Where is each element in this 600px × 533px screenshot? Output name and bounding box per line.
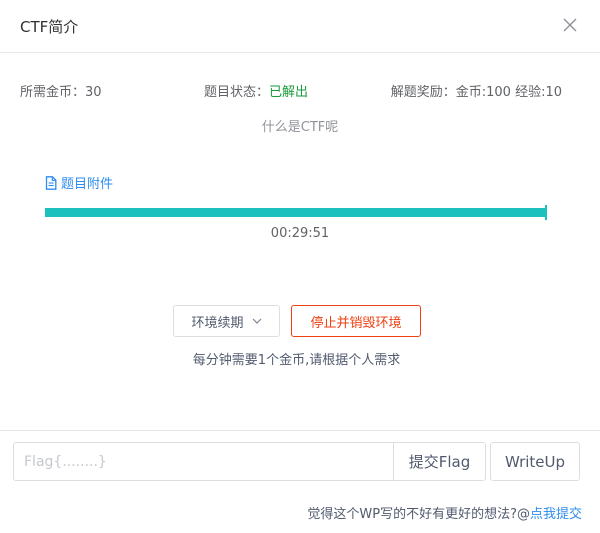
submit-writeup-link[interactable]: 点我提交 (530, 507, 582, 522)
challenge-status: 题目状态：已解出 (204, 81, 308, 100)
dialog-header: CTF简介 (0, 0, 600, 53)
dialog-title: CTF简介 (20, 18, 79, 36)
status-label: 题目状态： (204, 85, 270, 100)
attachment-link[interactable]: 题目附件 (45, 173, 113, 192)
flag-input[interactable] (13, 442, 394, 481)
writeup-suggestion-text: 觉得这个WP写的不好有更好的想法?@ (307, 507, 530, 522)
time-progress-end-marker (545, 205, 547, 220)
file-icon (45, 175, 57, 190)
time-remaining: 00:29:51 (270, 226, 330, 241)
time-progress-bar (45, 208, 547, 217)
challenge-description: 什么是CTF呢 (261, 120, 339, 135)
solve-reward: 解题奖励：金币:100 经验:10 (390, 85, 562, 100)
destroy-environment-button[interactable]: 停止并销毁环境 (291, 305, 421, 337)
status-value: 已解出 (269, 85, 309, 100)
coins-needed: 所需金币：30 (20, 85, 102, 100)
close-icon[interactable] (563, 18, 577, 32)
renew-environment-label: 环境续期 (191, 315, 244, 331)
time-progress-fill (45, 208, 547, 217)
writeup-button[interactable]: WriteUp (490, 442, 580, 481)
chevron-down-icon (252, 318, 262, 324)
writeup-suggestion: 觉得这个WP写的不好有更好的想法?@点我提交 (307, 503, 582, 522)
submit-flag-button[interactable]: 提交Flag (393, 442, 486, 481)
renew-environment-button[interactable]: 环境续期 (173, 305, 280, 337)
coin-usage-note: 每分钟需要1个金币,请根据个人需求 (192, 353, 401, 368)
attachment-label: 题目附件 (61, 177, 114, 192)
ctf-intro-dialog: CTF简介 所需金币：30 题目状态：已解出 解题奖励：金币:100 经验:10… (0, 0, 600, 533)
footer-divider (0, 430, 600, 431)
